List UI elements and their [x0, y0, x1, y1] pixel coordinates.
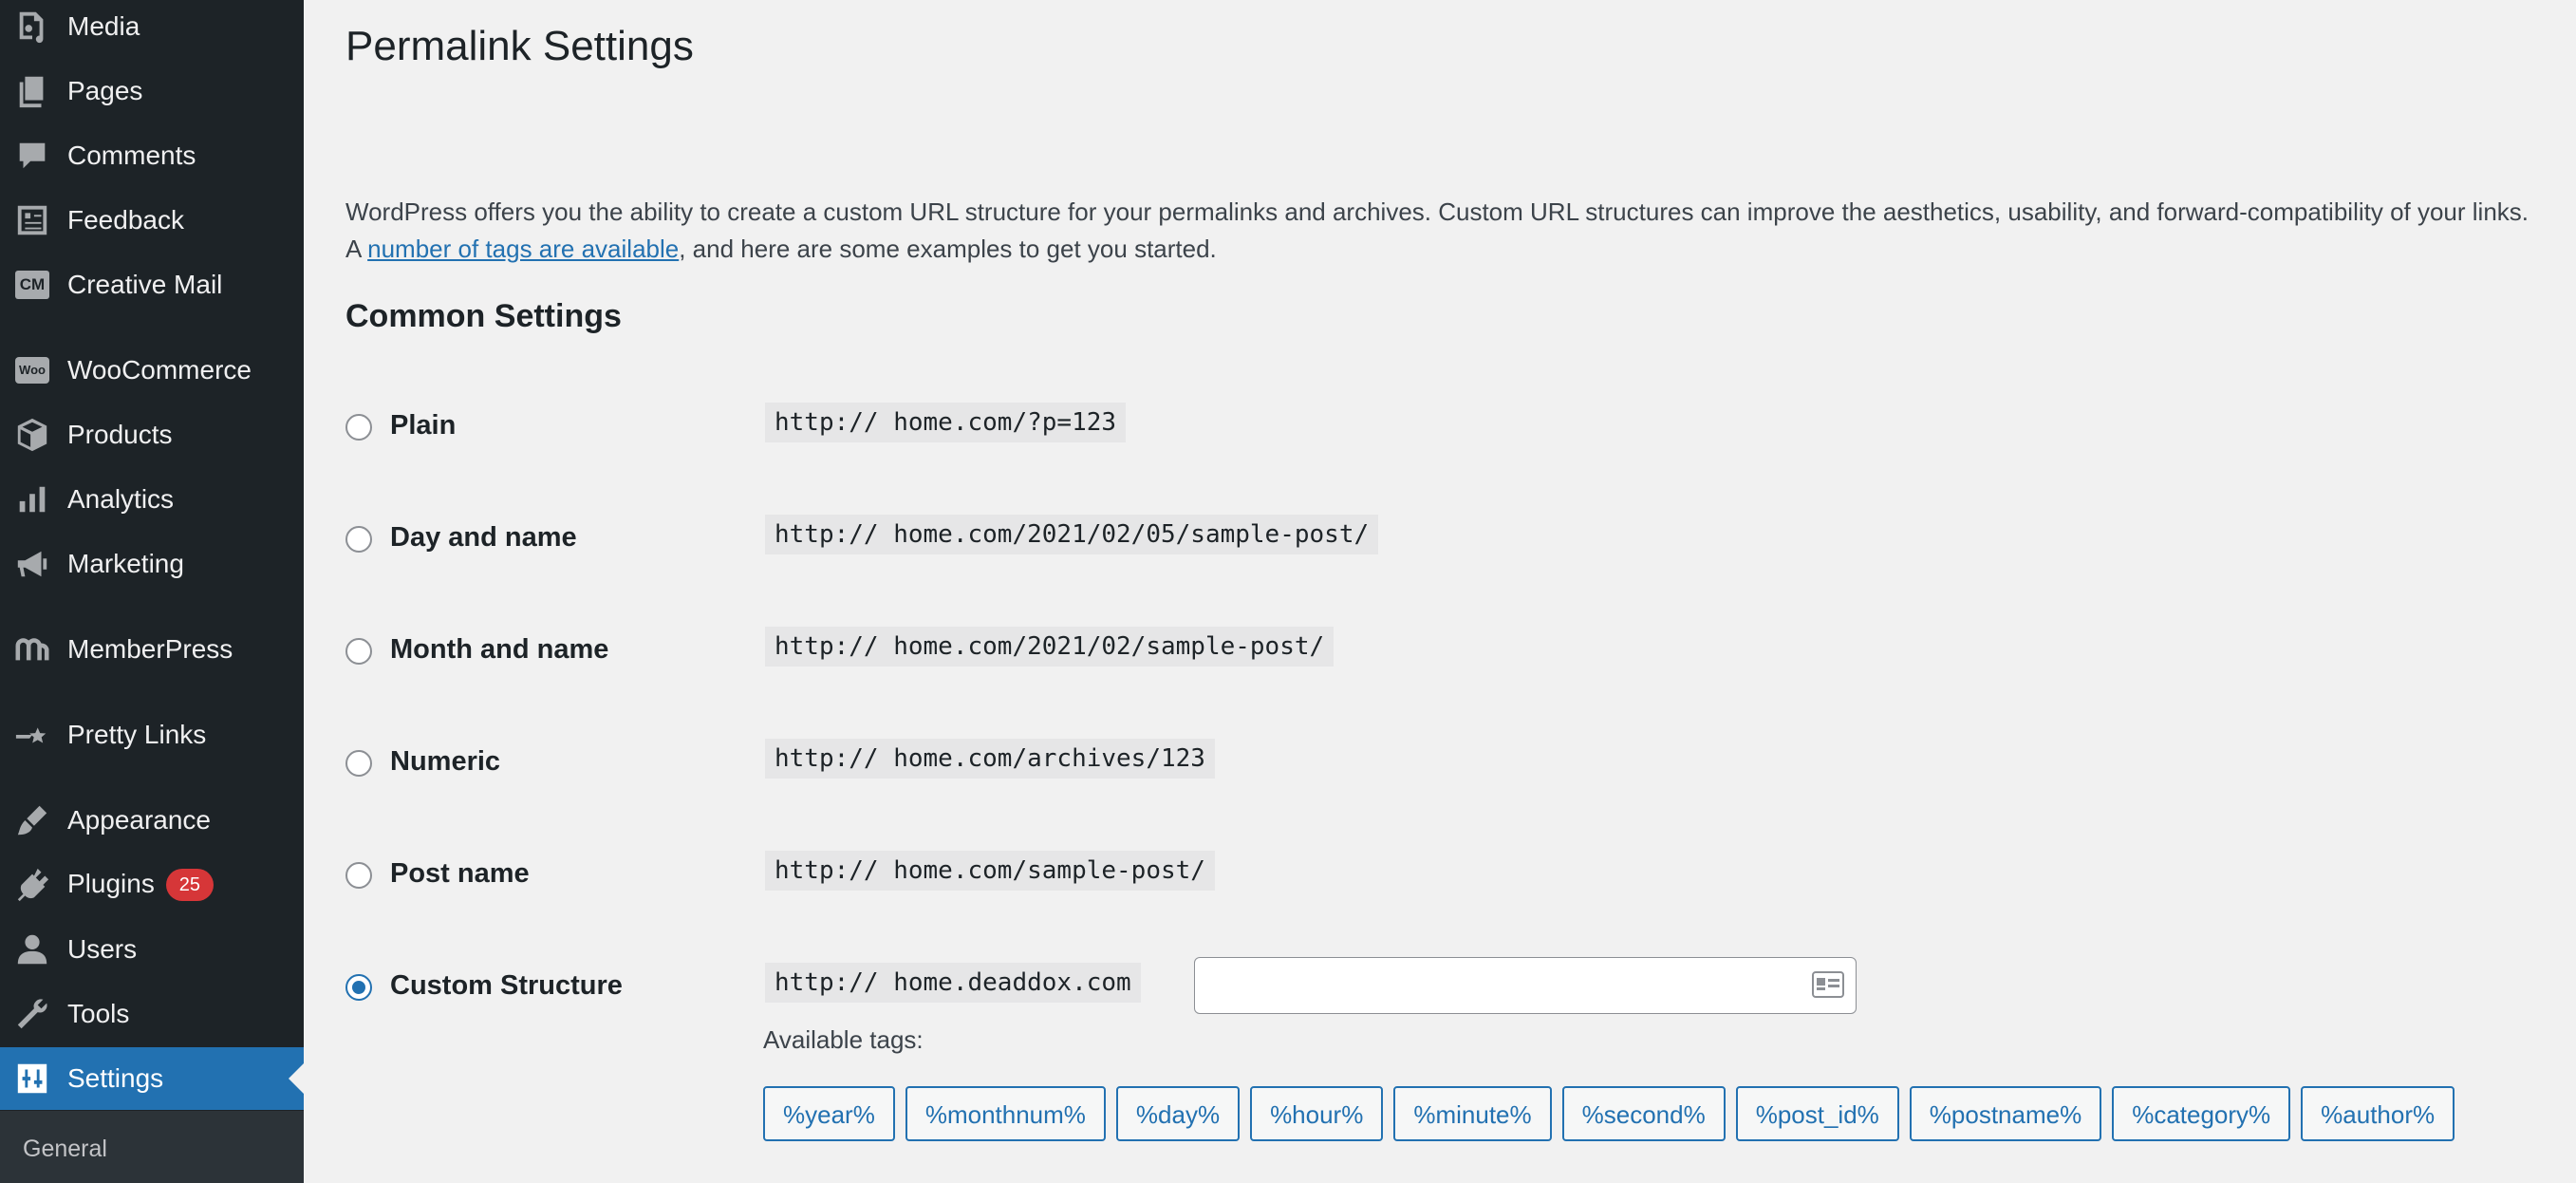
- sidebar-item-label: Pages: [67, 76, 143, 105]
- radio-plain[interactable]: [345, 414, 372, 441]
- radio-custom-structure[interactable]: [345, 974, 372, 1001]
- media-icon: [13, 8, 51, 46]
- sidebar-item-label: Comments: [67, 141, 196, 170]
- tag-button-postname[interactable]: %postname%: [1909, 1086, 2102, 1141]
- available-tags-list: %year% %monthnum% %day% %hour% %minute% …: [763, 1086, 2455, 1141]
- tag-button-category[interactable]: %category%: [2112, 1086, 2291, 1141]
- example-url: http:// home.com/?p=123: [765, 403, 1127, 442]
- creative-mail-icon: CM: [13, 266, 51, 304]
- sidebar-item-label: Creative Mail: [67, 270, 223, 299]
- example-url: http:// home.com/2021/02/sample-post/: [765, 627, 1335, 667]
- plugins-icon: [13, 866, 51, 904]
- sidebar-item-label: Pretty Links: [67, 720, 207, 749]
- tag-button-minute[interactable]: %minute%: [1393, 1086, 1552, 1141]
- option-label: Numeric: [390, 746, 501, 777]
- tag-button-second[interactable]: %second%: [1561, 1086, 1726, 1141]
- feedback-icon: [13, 201, 51, 239]
- section-title: Common Settings: [345, 298, 622, 334]
- tools-icon: [13, 995, 51, 1033]
- option-label: Plain: [390, 410, 457, 441]
- sidebar-item-label: Users: [67, 934, 138, 964]
- sidebar-item-label: Tools: [67, 999, 130, 1028]
- tag-button-year[interactable]: %year%: [763, 1086, 895, 1141]
- sidebar-item-creative-mail[interactable]: CM Creative Mail: [0, 254, 304, 316]
- permalink-option-custom-structure[interactable]: Custom Structure http:// home.deaddox.co…: [345, 957, 2548, 1020]
- sidebar-item-users[interactable]: Users: [0, 918, 304, 981]
- sidebar-item-marketing[interactable]: Marketing: [0, 533, 304, 595]
- available-tags-label: Available tags:: [763, 1025, 924, 1054]
- permalink-option-day-and-name[interactable]: Day and name http:// home.com/2021/02/05…: [345, 515, 2548, 572]
- users-icon: [13, 930, 51, 968]
- sidebar-item-label: Appearance: [67, 805, 212, 835]
- pretty-links-icon: [13, 716, 51, 754]
- settings-submenu: General: [0, 1111, 304, 1183]
- admin-sidebar: Media Pages Comments Feedback CM Creativ…: [0, 0, 304, 1183]
- sidebar-item-settings[interactable]: Settings: [0, 1047, 304, 1110]
- option-label: Day and name: [390, 522, 577, 553]
- example-url: http:// home.com/archives/123: [765, 739, 1215, 779]
- analytics-icon: [13, 480, 51, 518]
- permalink-option-post-name[interactable]: Post name http:// home.com/sample-post/: [345, 851, 2548, 908]
- radio-month-and-name[interactable]: [345, 638, 372, 665]
- intro-paragraph: WordPress offers you the ability to crea…: [345, 197, 2529, 263]
- tag-button-day[interactable]: %day%: [1115, 1086, 1241, 1141]
- option-label: Month and name: [390, 634, 609, 665]
- sidebar-item-comments[interactable]: Comments: [0, 124, 304, 187]
- sidebar-item-label: Feedback: [67, 205, 184, 235]
- sidebar-item-woocommerce[interactable]: Woo WooCommerce: [0, 339, 304, 402]
- sidebar-item-memberpress[interactable]: MemberPress: [0, 618, 304, 681]
- sidebar-item-label: MemberPress: [67, 634, 233, 664]
- sidebar-item-label: Plugins 25: [67, 869, 214, 902]
- sidebar-item-tools[interactable]: Tools: [0, 983, 304, 1045]
- option-label: Post name: [390, 858, 530, 889]
- tag-button-monthnum[interactable]: %monthnum%: [905, 1086, 1106, 1141]
- marketing-icon: [13, 545, 51, 583]
- radio-post-name[interactable]: [345, 862, 372, 889]
- page-title: Permalink Settings: [345, 23, 694, 69]
- plugins-update-badge: 25: [165, 869, 214, 902]
- sidebar-item-label: Products: [67, 420, 173, 449]
- sidebar-item-label: Analytics: [67, 484, 175, 514]
- sidebar-item-label: Media: [67, 11, 140, 41]
- submenu-item-general[interactable]: General: [23, 1136, 107, 1163]
- permalink-option-month-and-name[interactable]: Month and name http:// home.com/2021/02/…: [345, 627, 2548, 684]
- woocommerce-icon: Woo: [13, 351, 51, 389]
- products-icon: [13, 416, 51, 454]
- sidebar-item-label: Settings: [67, 1063, 164, 1093]
- available-tags-link[interactable]: number of tags are available: [367, 235, 679, 263]
- memberpress-icon: [13, 630, 51, 668]
- sidebar-item-pretty-links[interactable]: Pretty Links: [0, 704, 304, 766]
- sidebar-item-media[interactable]: Media: [0, 0, 304, 58]
- sidebar-item-plugins[interactable]: Plugins 25: [0, 854, 304, 916]
- sidebar-item-products[interactable]: Products: [0, 404, 304, 466]
- contact-card-icon[interactable]: [1812, 971, 1844, 998]
- example-url: http:// home.com/2021/02/05/sample-post/: [765, 515, 1379, 554]
- sidebar-item-analytics[interactable]: Analytics: [0, 468, 304, 531]
- permalink-option-numeric[interactable]: Numeric http:// home.com/archives/123: [345, 739, 2548, 796]
- sidebar-item-feedback[interactable]: Feedback: [0, 189, 304, 252]
- custom-structure-field[interactable]: [1194, 957, 1857, 1014]
- permalink-option-plain[interactable]: Plain http:// home.com/?p=123: [345, 403, 2548, 460]
- custom-base-url: http:// home.deaddox.com: [765, 963, 1141, 1003]
- settings-icon: [13, 1060, 51, 1098]
- tag-button-hour[interactable]: %hour%: [1250, 1086, 1384, 1141]
- option-label: Custom Structure: [390, 970, 623, 1001]
- tag-button-author[interactable]: %author%: [2301, 1086, 2455, 1141]
- radio-day-and-name[interactable]: [345, 526, 372, 553]
- example-url: http:// home.com/sample-post/: [765, 851, 1215, 891]
- sidebar-item-label: Marketing: [67, 549, 184, 578]
- radio-numeric[interactable]: [345, 750, 372, 777]
- comments-icon: [13, 137, 51, 175]
- sidebar-item-label: WooCommerce: [67, 355, 252, 385]
- tag-button-post-id[interactable]: %post_id%: [1735, 1086, 1899, 1141]
- appearance-icon: [13, 801, 51, 839]
- pages-icon: [13, 72, 51, 110]
- sidebar-item-pages[interactable]: Pages: [0, 60, 304, 122]
- custom-structure-input[interactable]: [1195, 958, 1783, 1013]
- sidebar-item-appearance[interactable]: Appearance: [0, 789, 304, 852]
